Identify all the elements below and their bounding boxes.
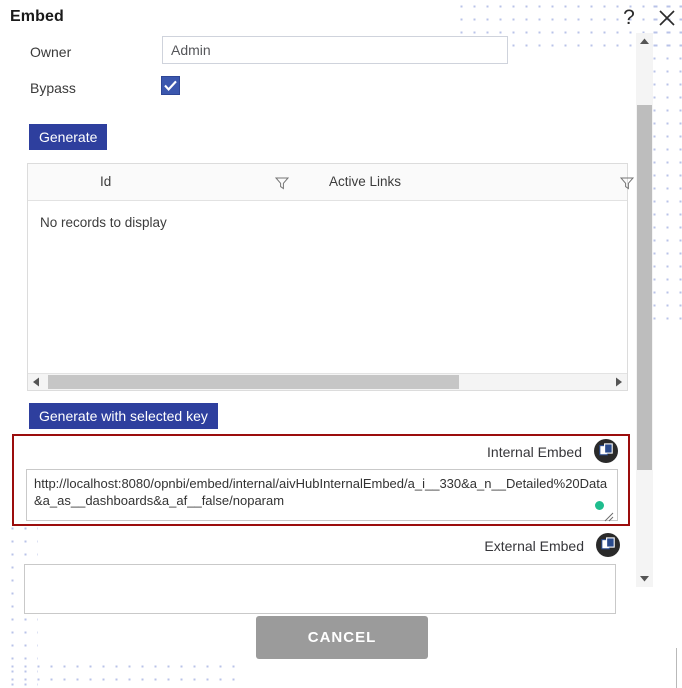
dialog-vertical-scrollbar[interactable] bbox=[636, 33, 653, 587]
grid-column-id[interactable]: Id bbox=[28, 164, 290, 201]
grid-empty-message: No records to display bbox=[40, 215, 167, 230]
grid-header-row: Id Active Links bbox=[28, 164, 635, 201]
internal-embed-section: Internal Embed bbox=[12, 434, 630, 526]
bypass-checkbox[interactable] bbox=[161, 76, 180, 95]
external-embed-label: External Embed bbox=[484, 538, 584, 554]
generate-with-selected-key-button[interactable]: Generate with selected key bbox=[29, 403, 218, 429]
active-links-grid: Id Active Links No records to display bbox=[27, 163, 635, 391]
external-embed-input[interactable] bbox=[24, 564, 616, 614]
copy-icon[interactable] bbox=[596, 533, 620, 557]
grid-column-active-links[interactable]: Active Links bbox=[296, 164, 635, 201]
scroll-up-arrow-icon[interactable] bbox=[636, 33, 653, 50]
grid-column-id-label: Id bbox=[100, 174, 112, 189]
internal-embed-label: Internal Embed bbox=[487, 444, 582, 460]
window-edge-divider bbox=[676, 648, 677, 688]
filter-icon[interactable] bbox=[274, 176, 290, 190]
grid-column-active-links-label: Active Links bbox=[329, 174, 402, 189]
internal-embed-input[interactable] bbox=[26, 469, 618, 521]
scroll-left-arrow-icon[interactable] bbox=[28, 374, 45, 390]
decorative-dot-pattern-right bbox=[648, 0, 682, 330]
generate-button[interactable]: Generate bbox=[29, 124, 108, 150]
copy-icon[interactable] bbox=[594, 439, 618, 463]
dialog-content: Owner Bypass Generate Id bbox=[0, 36, 636, 614]
cancel-button[interactable]: CANCEL bbox=[256, 616, 428, 659]
status-badge bbox=[595, 501, 604, 510]
embed-dialog: Embed ? Owner Bypass Generate Id bbox=[0, 0, 682, 688]
grid-horizontal-scroll-thumb[interactable] bbox=[48, 375, 459, 389]
page-title: Embed bbox=[10, 8, 64, 25]
scroll-down-arrow-icon[interactable] bbox=[636, 570, 653, 587]
close-icon[interactable] bbox=[655, 5, 679, 31]
grid-horizontal-scrollbar[interactable] bbox=[28, 373, 627, 390]
dialog-title-bar: Embed ? bbox=[0, 0, 682, 36]
external-embed-section: External Embed bbox=[12, 528, 630, 618]
bypass-label: Bypass bbox=[30, 80, 76, 96]
scroll-right-arrow-icon[interactable] bbox=[610, 374, 627, 390]
owner-input[interactable] bbox=[162, 36, 508, 64]
decorative-dot-pattern-bottom bbox=[6, 660, 238, 688]
filter-icon[interactable] bbox=[619, 176, 635, 190]
resize-grip-icon[interactable] bbox=[604, 509, 614, 522]
help-icon[interactable]: ? bbox=[618, 5, 640, 31]
owner-label: Owner bbox=[30, 44, 72, 60]
vertical-scroll-thumb[interactable] bbox=[637, 105, 652, 470]
